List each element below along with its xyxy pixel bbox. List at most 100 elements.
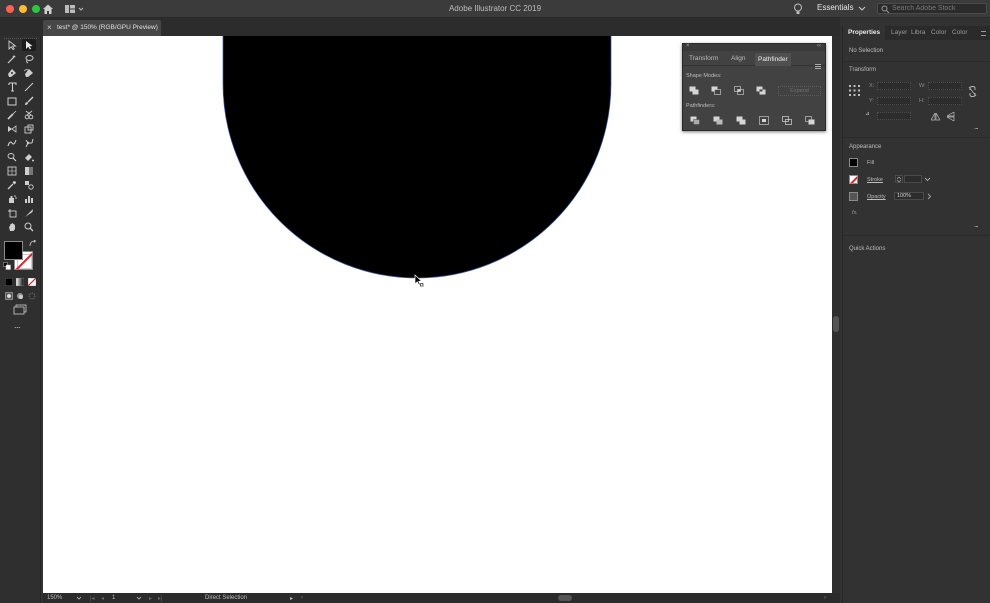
- shape-builder-icon[interactable]: [5, 151, 19, 163]
- divide-icon[interactable]: [689, 115, 701, 126]
- slice-tool-icon[interactable]: [22, 207, 36, 219]
- last-artboard-icon[interactable]: ▸|: [158, 595, 163, 602]
- symbol-sprayer-icon[interactable]: [5, 193, 19, 205]
- panel-header[interactable]: × ‹‹: [683, 43, 825, 51]
- screen-mode-icon[interactable]: [13, 304, 27, 315]
- window-minimize-button[interactable]: [19, 5, 27, 13]
- tab-libraries[interactable]: Libra: [911, 29, 925, 36]
- stroke-weight-field[interactable]: [904, 175, 922, 183]
- appearance-more-options-icon[interactable]: ...: [974, 220, 979, 229]
- previous-artboard-icon[interactable]: ◂: [101, 595, 104, 602]
- intersect-icon[interactable]: [733, 85, 745, 96]
- eraser-icon[interactable]: [22, 109, 36, 121]
- unite-icon[interactable]: [688, 85, 700, 96]
- puppet-warp-icon[interactable]: [22, 137, 36, 149]
- lightbulb-icon[interactable]: [793, 3, 803, 15]
- panel-menu-icon[interactable]: [815, 64, 821, 69]
- chevron-down-icon[interactable]: [858, 4, 866, 12]
- color-mode-icon[interactable]: [5, 278, 13, 286]
- link-proportions-icon[interactable]: [968, 86, 977, 97]
- crop-icon[interactable]: [758, 115, 770, 126]
- default-fill-stroke-icon[interactable]: [3, 262, 11, 270]
- tab-transform[interactable]: Transform: [689, 55, 718, 66]
- black-half-circle-shape[interactable]: [222, 36, 612, 279]
- trim-icon[interactable]: [712, 115, 724, 126]
- horizontal-scrollbar-thumb[interactable]: [558, 595, 572, 601]
- chevron-right-icon[interactable]: [926, 193, 932, 200]
- tab-pathfinder[interactable]: Pathfinder: [755, 53, 791, 66]
- tab-layers[interactable]: Layer: [891, 29, 907, 36]
- collapse-panel-icon[interactable]: ‹‹: [817, 43, 821, 49]
- none-mode-icon[interactable]: [28, 278, 36, 286]
- fill-color-swatch[interactable]: [4, 241, 23, 260]
- swap-fill-stroke-icon[interactable]: [29, 240, 37, 248]
- rotate-angle-field[interactable]: [877, 112, 911, 120]
- stroke-weight-stepper[interactable]: [895, 175, 903, 183]
- document-tab[interactable]: × test* @ 150% (RGB/GPU Preview): [43, 20, 161, 36]
- tab-color[interactable]: Color: [931, 29, 947, 36]
- tab-properties[interactable]: Properties: [843, 26, 886, 40]
- minus-front-icon[interactable]: [710, 85, 722, 96]
- home-icon[interactable]: [42, 3, 54, 15]
- chevron-down-icon[interactable]: [76, 595, 82, 601]
- h-field[interactable]: [928, 97, 962, 105]
- flip-vertical-icon[interactable]: [947, 112, 955, 121]
- w-field[interactable]: [928, 82, 962, 90]
- gradient-mode-icon[interactable]: [16, 278, 24, 286]
- first-artboard-icon[interactable]: |◂: [90, 595, 95, 602]
- exclude-icon[interactable]: [755, 85, 767, 96]
- status-menu-arrow-icon[interactable]: ▸: [290, 595, 293, 602]
- opacity-swatch[interactable]: [849, 192, 858, 201]
- curvature-tool-icon[interactable]: [22, 67, 36, 79]
- shaper-tool-icon[interactable]: [5, 109, 19, 121]
- line-tool-icon[interactable]: [22, 81, 36, 93]
- rectangle-tool-icon[interactable]: [5, 95, 19, 107]
- transform-more-options-icon[interactable]: ...: [974, 122, 979, 131]
- tab-color-guide[interactable]: Color: [952, 29, 968, 36]
- flip-horizontal-icon[interactable]: [931, 113, 940, 121]
- vertical-scrollbar[interactable]: [832, 36, 840, 593]
- eyedropper-icon[interactable]: [5, 179, 19, 191]
- zoom-level[interactable]: 150%: [47, 595, 62, 601]
- reference-point-icon[interactable]: [849, 85, 860, 96]
- direct-selection-tool-icon[interactable]: [22, 39, 36, 51]
- expand-button[interactable]: Expand: [778, 86, 821, 96]
- search-input[interactable]: [892, 4, 984, 13]
- fx-icon[interactable]: fx.: [852, 210, 858, 216]
- merge-icon[interactable]: [735, 115, 747, 126]
- graph-tool-icon[interactable]: [22, 193, 36, 205]
- rotate-tool-icon[interactable]: [5, 123, 19, 135]
- opacity-label-link[interactable]: Opacity: [867, 194, 886, 200]
- magic-wand-icon[interactable]: [5, 53, 19, 65]
- opacity-field[interactable]: 100%: [894, 192, 924, 200]
- outline-icon[interactable]: [781, 115, 793, 126]
- artboard-number[interactable]: 1: [112, 595, 115, 601]
- tab-align[interactable]: Align: [731, 55, 745, 66]
- draw-behind-icon[interactable]: [16, 292, 24, 300]
- vertical-scrollbar-thumb[interactable]: [833, 316, 839, 332]
- minus-back-icon[interactable]: [804, 115, 816, 126]
- type-tool-icon[interactable]: [5, 81, 19, 93]
- window-maximize-button[interactable]: [32, 5, 40, 13]
- edit-toolbar-button[interactable]: ...: [14, 320, 21, 330]
- close-tab-icon[interactable]: ×: [47, 23, 52, 32]
- x-field[interactable]: [877, 82, 911, 90]
- artboard-tool-icon[interactable]: [5, 207, 19, 219]
- workspace-menu[interactable]: Essentials: [817, 3, 853, 12]
- paintbrush-icon[interactable]: [22, 95, 36, 107]
- window-close-button[interactable]: [6, 5, 14, 13]
- draw-inside-icon[interactable]: [28, 292, 36, 300]
- scroll-left-icon[interactable]: ‹: [301, 595, 303, 601]
- zoom-tool-icon[interactable]: [22, 221, 36, 233]
- draw-normal-icon[interactable]: [5, 292, 13, 300]
- fill-swatch[interactable]: [849, 158, 858, 167]
- live-paint-icon[interactable]: [22, 151, 36, 163]
- scroll-right-icon[interactable]: ›: [824, 595, 826, 601]
- selection-tool-icon[interactable]: [5, 39, 19, 51]
- lasso-icon[interactable]: [22, 53, 36, 65]
- panel-menu-icon[interactable]: [981, 31, 986, 36]
- scale-tool-icon[interactable]: [22, 123, 36, 135]
- close-panel-icon[interactable]: ×: [686, 43, 690, 49]
- chevron-down-icon[interactable]: [924, 176, 931, 183]
- stroke-swatch[interactable]: [849, 175, 858, 184]
